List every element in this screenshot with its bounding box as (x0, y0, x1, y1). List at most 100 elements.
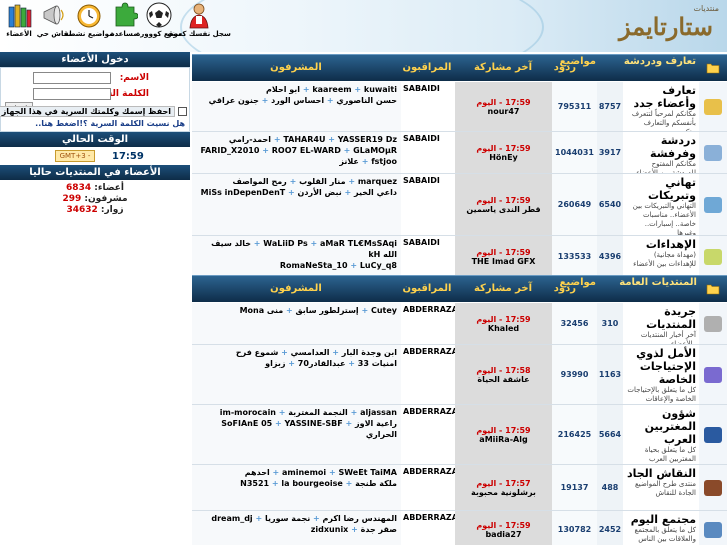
forum-title[interactable]: جريدة المنتديات (626, 305, 696, 331)
last-post-author[interactable]: برشلونية محبوبة (471, 488, 536, 497)
supervisor-link[interactable]: TAHAR4U (283, 135, 325, 144)
forum-title[interactable]: الأمل لذوي الإحتياجات الخاصة (626, 347, 696, 386)
supervisor-link[interactable]: راعية الاوز (355, 419, 397, 428)
forum-title[interactable]: شؤون المغتربين العرب (626, 407, 696, 446)
supervisor-link[interactable]: نبض الأردن (298, 188, 342, 197)
last-post-author[interactable]: قطر الندى ياسمين (466, 205, 540, 214)
supervisor-link[interactable]: جنون عراقي (209, 96, 259, 105)
password-input[interactable] (33, 88, 111, 100)
supervisor-link[interactable]: kaareem (312, 85, 351, 94)
last-post-author[interactable]: nour47 (488, 107, 520, 116)
moderator[interactable]: SABAIDI (401, 174, 455, 235)
supervisor-link[interactable]: داعي الخير (354, 188, 397, 197)
supervisor-link[interactable]: احمد-رامي (229, 135, 271, 144)
last-post-author[interactable]: aMiiRa-Alg (479, 435, 527, 444)
supervisor-link[interactable]: fstjoo (371, 157, 397, 166)
forum-row[interactable]: الأمل لذوي الإحتياجات الخاصة كل ما يتعلق … (192, 345, 727, 405)
supervisor-link[interactable]: marquez (358, 177, 397, 186)
topics-count: 4396 (597, 236, 623, 277)
last-post-author[interactable]: badia27 (485, 530, 521, 539)
supervisor-link[interactable]: العدامسي (291, 348, 330, 357)
forum-title[interactable]: تهاني وتبريكات (626, 176, 696, 202)
supervisor-link[interactable]: aljassan (360, 408, 397, 417)
nav-members[interactable]: الأعضاء (2, 0, 36, 44)
forum-row[interactable]: دردشة وفرفشة مكانكم المفتوح للدردشة بين ا… (192, 132, 727, 174)
supervisor-link[interactable]: ROO7 EL-WARD (272, 146, 341, 155)
supervisor-link[interactable]: الحراري (366, 430, 397, 439)
supervisor-link[interactable]: المهندس رضا اكرم (323, 514, 397, 523)
supervisor-link[interactable]: ملكة طنجة (355, 479, 397, 488)
supervisor-link[interactable]: im-morocain (220, 408, 276, 417)
supervisor-link[interactable]: WaLiiD Ps (263, 239, 307, 248)
moderator[interactable]: ABDERRAZAK (401, 511, 455, 545)
last-post-author[interactable]: عاشقة الحياة (477, 375, 529, 384)
nav-active-topics[interactable]: مواضيع نشطة (65, 0, 113, 44)
forum-title[interactable]: الإهداءات (626, 238, 696, 251)
last-post-author[interactable]: Khaled (488, 324, 519, 333)
moderator[interactable]: SABAIDI (401, 236, 455, 277)
last-post-author[interactable]: THE Imad GFX (472, 257, 536, 266)
forum-title[interactable]: تعارف وأعضاء جدد (626, 84, 696, 110)
section-title[interactable]: تعارف ودردشة (623, 56, 697, 83)
forum-table: تعارف ودردشة مواضيع ردود آخر مشاركة المر… (192, 52, 727, 545)
supervisor-link[interactable]: la bourgeoise (281, 479, 342, 488)
moderator[interactable]: ABDERRAZAK (401, 303, 455, 344)
moderator[interactable]: ABDERRAZAK (401, 405, 455, 464)
supervisor-link[interactable]: YASSER19 Dz (338, 135, 397, 144)
supervisor-link[interactable]: علانز (339, 157, 359, 166)
supervisor-link[interactable]: احساس الورد (271, 96, 324, 105)
forum-row[interactable]: تعارف وأعضاء جدد مكانكم لمرحباً لتتعرف بأ… (192, 82, 727, 132)
remember-checkbox[interactable] (178, 107, 187, 116)
supervisor-link[interactable]: النجمة المغتربة (288, 408, 348, 417)
forum-title[interactable]: مجتمع اليوم (626, 513, 696, 526)
supervisor-link[interactable]: aminemoi (282, 468, 326, 477)
supervisor-link[interactable]: إسترلطور سابق (296, 306, 359, 315)
supervisor-link[interactable]: شموع فرح (236, 348, 278, 357)
supervisor-link[interactable]: kuwaiti (364, 85, 397, 94)
supervisor-link[interactable]: ابو احلام (266, 85, 300, 94)
nav-register[interactable]: سجل نفسك كعضو (167, 0, 231, 44)
supervisor-link[interactable]: GLaMOµR (353, 146, 397, 155)
supervisor-link[interactable]: رمح المواصف (233, 177, 287, 186)
forum-row[interactable]: النقاش الجاد منتدى طرح المواضيع الجادة لل… (192, 465, 727, 511)
supervisor-link[interactable]: منار القلوب (299, 177, 345, 186)
supervisor-link[interactable]: FARID_X2010 (200, 146, 259, 155)
supervisor-link[interactable]: احدهم (245, 468, 270, 477)
supervisor-link[interactable]: N3521 (240, 479, 269, 488)
supervisor-link[interactable]: LuCy_q8 (360, 261, 397, 270)
supervisor-link[interactable]: MiSs inDepenDenT (201, 188, 286, 197)
supervisor-link[interactable]: Cutey (371, 306, 397, 315)
supervisor-link[interactable]: SoFIAnE 05 (221, 419, 272, 428)
supervisor-link[interactable]: عبدالقادر70 (298, 359, 346, 368)
supervisor-link[interactable]: حسن الناصوري (336, 96, 397, 105)
moderator[interactable]: SABAIDI (401, 132, 455, 173)
supervisor-link[interactable]: SWeEt TaiMA (338, 468, 397, 477)
supervisor-link[interactable]: زبزاو (265, 359, 285, 368)
forum-row[interactable]: مجتمع اليوم كل ما يتعلق بالمجتمع والعلاقا… (192, 511, 727, 545)
moderator[interactable]: SABAIDI (401, 82, 455, 131)
section-title[interactable]: المنتديات العامة (619, 277, 697, 304)
last-post-author[interactable]: HönEy (489, 153, 518, 162)
supervisor-link[interactable]: dream_dj (211, 514, 252, 523)
forum-row[interactable]: جريدة المنتديات آخر أخبار المنتديات والأع… (192, 303, 727, 345)
timezone-select[interactable]: GMT+3 - (55, 150, 95, 162)
moderator[interactable]: ABDERRAZAK (401, 465, 455, 510)
supervisor-link[interactable]: ابن وجدة البار (342, 348, 397, 357)
supervisor-link[interactable]: نجمة سوريا (265, 514, 310, 523)
supervisor-link[interactable]: صقر جدة (361, 525, 397, 534)
supervisor-link[interactable]: YASSINE-SBF (285, 419, 343, 428)
site-logo[interactable]: منتديات ستارتايمز (599, 4, 719, 44)
forum-row[interactable]: شؤون المغتربين العرب كل ما يتعلق بحياة ال… (192, 405, 727, 465)
supervisor-link[interactable]: امنيات 33 (358, 359, 397, 368)
forum-title[interactable]: دردشة وفرفشة (626, 134, 696, 160)
forum-title[interactable]: النقاش الجاد (626, 467, 696, 480)
username-input[interactable] (33, 72, 111, 84)
moderator[interactable]: ABDERRAZAK (401, 345, 455, 404)
forgot-password-link[interactable]: هل نسيت الكلمة السرية ؟!اضغط هنا.. (1, 119, 189, 128)
supervisor-link[interactable]: منى Mona (240, 306, 284, 315)
forum-row[interactable]: الإهداءات (مهداة مجانية) للإهداءات بين ال… (192, 236, 727, 278)
supervisor-link[interactable]: aMaR TL€MsSAqi (320, 239, 397, 248)
supervisor-link[interactable]: RomaNeSta_10 (280, 261, 348, 270)
supervisor-link[interactable]: zidxunix (311, 525, 349, 534)
forum-row[interactable]: تهاني وتبريكات التهاني والتبريكات بين الأ… (192, 174, 727, 236)
